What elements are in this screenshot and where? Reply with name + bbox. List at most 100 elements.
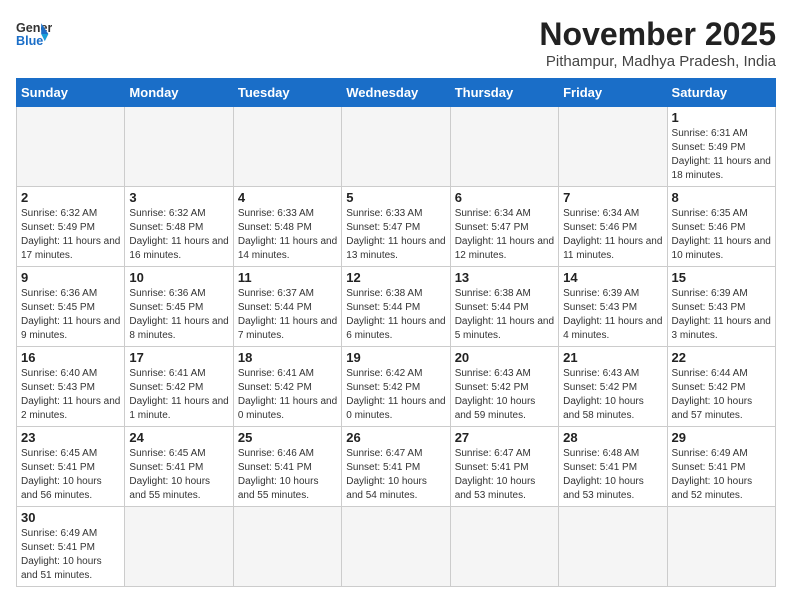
calendar-cell (342, 507, 450, 587)
logo: General Blue (16, 16, 52, 52)
day-info: Sunrise: 6:35 AM Sunset: 5:46 PM Dayligh… (672, 207, 771, 263)
day-info: Sunrise: 6:39 AM Sunset: 5:43 PM Dayligh… (563, 287, 662, 343)
day-info: Sunrise: 6:33 AM Sunset: 5:48 PM Dayligh… (238, 207, 337, 263)
calendar-cell: 7 Sunrise: 6:34 AM Sunset: 5:46 PM Daylig… (559, 187, 667, 267)
day-number: 23 (21, 430, 120, 445)
day-info: Sunrise: 6:32 AM Sunset: 5:48 PM Dayligh… (129, 207, 228, 263)
day-info: Sunrise: 6:45 AM Sunset: 5:41 PM Dayligh… (21, 447, 120, 503)
calendar-cell (559, 107, 667, 187)
day-number: 29 (672, 430, 771, 445)
day-info: Sunrise: 6:38 AM Sunset: 5:44 PM Dayligh… (455, 287, 554, 343)
day-number: 9 (21, 270, 120, 285)
calendar-cell (450, 507, 558, 587)
calendar-cell: 9 Sunrise: 6:36 AM Sunset: 5:45 PM Daylig… (17, 267, 125, 347)
day-header-wednesday: Wednesday (342, 79, 450, 107)
day-number: 27 (455, 430, 554, 445)
calendar-cell: 15Sunrise: 6:39 AM Sunset: 5:43 PM Dayli… (667, 267, 775, 347)
calendar-cell: 13 Sunrise: 6:38 AM Sunset: 5:44 PM Dayli… (450, 267, 558, 347)
day-info: Sunrise: 6:34 AM Sunset: 5:46 PM Dayligh… (563, 207, 662, 263)
day-header-monday: Monday (125, 79, 233, 107)
calendar-cell (233, 507, 341, 587)
calendar-cell: 20Sunrise: 6:43 AM Sunset: 5:42 PM Dayli… (450, 347, 558, 427)
month-title: November 2025 (539, 16, 776, 53)
day-number: 2 (21, 190, 120, 205)
day-info: Sunrise: 6:40 AM Sunset: 5:43 PM Dayligh… (21, 367, 120, 423)
calendar-cell (125, 507, 233, 587)
calendar-cell: 26 Sunrise: 6:47 AM Sunset: 5:41 PM Dayli… (342, 427, 450, 507)
day-number: 24 (129, 430, 228, 445)
calendar-cell (125, 107, 233, 187)
day-header-sunday: Sunday (17, 79, 125, 107)
calendar-cell: 11 Sunrise: 6:37 AM Sunset: 5:44 PM Dayli… (233, 267, 341, 347)
calendar-table: SundayMondayTuesdayWednesdayThursdayFrid… (16, 78, 776, 587)
calendar-cell: 30 Sunrise: 6:49 AM Sunset: 5:41 PM Dayli… (17, 507, 125, 587)
day-info: Sunrise: 6:44 AM Sunset: 5:42 PM Dayligh… (672, 367, 771, 423)
day-number: 22 (672, 350, 771, 365)
calendar-cell: 4 Sunrise: 6:33 AM Sunset: 5:48 PM Daylig… (233, 187, 341, 267)
day-number: 30 (21, 510, 120, 525)
calendar-cell: 19Sunrise: 6:42 AM Sunset: 5:42 PM Dayli… (342, 347, 450, 427)
day-info: Sunrise: 6:49 AM Sunset: 5:41 PM Dayligh… (672, 447, 771, 503)
calendar-cell: 10Sunrise: 6:36 AM Sunset: 5:45 PM Dayli… (125, 267, 233, 347)
day-number: 1 (672, 110, 771, 125)
calendar-week-row: 23 Sunrise: 6:45 AM Sunset: 5:41 PM Dayli… (17, 427, 776, 507)
calendar-week-row: 9 Sunrise: 6:36 AM Sunset: 5:45 PM Daylig… (17, 267, 776, 347)
day-info: Sunrise: 6:43 AM Sunset: 5:42 PM Dayligh… (455, 367, 554, 423)
calendar-cell (667, 507, 775, 587)
day-info: Sunrise: 6:47 AM Sunset: 5:41 PM Dayligh… (455, 447, 554, 503)
day-info: Sunrise: 6:36 AM Sunset: 5:45 PM Dayligh… (129, 287, 228, 343)
title-block: November 2025 Pithampur, Madhya Pradesh,… (539, 16, 776, 70)
day-number: 21 (563, 350, 662, 365)
calendar-cell (233, 107, 341, 187)
day-number: 26 (346, 430, 445, 445)
calendar-cell: 21 Sunrise: 6:43 AM Sunset: 5:42 PM Dayli… (559, 347, 667, 427)
page-header: General Blue November 2025 Pithampur, Ma… (16, 16, 776, 70)
day-info: Sunrise: 6:46 AM Sunset: 5:41 PM Dayligh… (238, 447, 337, 503)
day-number: 17 (129, 350, 228, 365)
calendar-week-row: 1 Sunrise: 6:31 AM Sunset: 5:49 PM Daylig… (17, 107, 776, 187)
calendar-cell: 1 Sunrise: 6:31 AM Sunset: 5:49 PM Daylig… (667, 107, 775, 187)
day-info: Sunrise: 6:36 AM Sunset: 5:45 PM Dayligh… (21, 287, 120, 343)
calendar-cell: 29 Sunrise: 6:49 AM Sunset: 5:41 PM Dayli… (667, 427, 775, 507)
day-info: Sunrise: 6:47 AM Sunset: 5:41 PM Dayligh… (346, 447, 445, 503)
day-header-saturday: Saturday (667, 79, 775, 107)
calendar-cell (450, 107, 558, 187)
calendar-cell: 3 Sunrise: 6:32 AM Sunset: 5:48 PM Daylig… (125, 187, 233, 267)
calendar-cell: 23 Sunrise: 6:45 AM Sunset: 5:41 PM Dayli… (17, 427, 125, 507)
location: Pithampur, Madhya Pradesh, India (539, 53, 776, 70)
day-info: Sunrise: 6:37 AM Sunset: 5:44 PM Dayligh… (238, 287, 337, 343)
day-number: 14 (563, 270, 662, 285)
day-number: 4 (238, 190, 337, 205)
calendar-header-row: SundayMondayTuesdayWednesdayThursdayFrid… (17, 79, 776, 107)
day-info: Sunrise: 6:31 AM Sunset: 5:49 PM Dayligh… (672, 127, 771, 183)
calendar-week-row: 16Sunrise: 6:40 AM Sunset: 5:43 PM Dayli… (17, 347, 776, 427)
day-info: Sunrise: 6:42 AM Sunset: 5:42 PM Dayligh… (346, 367, 445, 423)
day-number: 18 (238, 350, 337, 365)
day-info: Sunrise: 6:39 AM Sunset: 5:43 PM Dayligh… (672, 287, 771, 343)
day-number: 3 (129, 190, 228, 205)
calendar-cell: 2 Sunrise: 6:32 AM Sunset: 5:49 PM Daylig… (17, 187, 125, 267)
day-number: 5 (346, 190, 445, 205)
day-info: Sunrise: 6:41 AM Sunset: 5:42 PM Dayligh… (238, 367, 337, 423)
calendar-cell: 5Sunrise: 6:33 AM Sunset: 5:47 PM Daylig… (342, 187, 450, 267)
day-info: Sunrise: 6:43 AM Sunset: 5:42 PM Dayligh… (563, 367, 662, 423)
day-info: Sunrise: 6:41 AM Sunset: 5:42 PM Dayligh… (129, 367, 228, 423)
calendar-cell: 12Sunrise: 6:38 AM Sunset: 5:44 PM Dayli… (342, 267, 450, 347)
day-number: 11 (238, 270, 337, 285)
calendar-cell: 16Sunrise: 6:40 AM Sunset: 5:43 PM Dayli… (17, 347, 125, 427)
calendar-week-row: 30 Sunrise: 6:49 AM Sunset: 5:41 PM Dayli… (17, 507, 776, 587)
day-header-friday: Friday (559, 79, 667, 107)
day-info: Sunrise: 6:38 AM Sunset: 5:44 PM Dayligh… (346, 287, 445, 343)
day-info: Sunrise: 6:48 AM Sunset: 5:41 PM Dayligh… (563, 447, 662, 503)
day-info: Sunrise: 6:34 AM Sunset: 5:47 PM Dayligh… (455, 207, 554, 263)
day-number: 7 (563, 190, 662, 205)
day-info: Sunrise: 6:49 AM Sunset: 5:41 PM Dayligh… (21, 527, 120, 583)
day-number: 25 (238, 430, 337, 445)
day-number: 6 (455, 190, 554, 205)
day-number: 8 (672, 190, 771, 205)
day-number: 13 (455, 270, 554, 285)
calendar-cell: 28Sunrise: 6:48 AM Sunset: 5:41 PM Dayli… (559, 427, 667, 507)
calendar-cell (342, 107, 450, 187)
calendar-week-row: 2 Sunrise: 6:32 AM Sunset: 5:49 PM Daylig… (17, 187, 776, 267)
day-info: Sunrise: 6:32 AM Sunset: 5:49 PM Dayligh… (21, 207, 120, 263)
